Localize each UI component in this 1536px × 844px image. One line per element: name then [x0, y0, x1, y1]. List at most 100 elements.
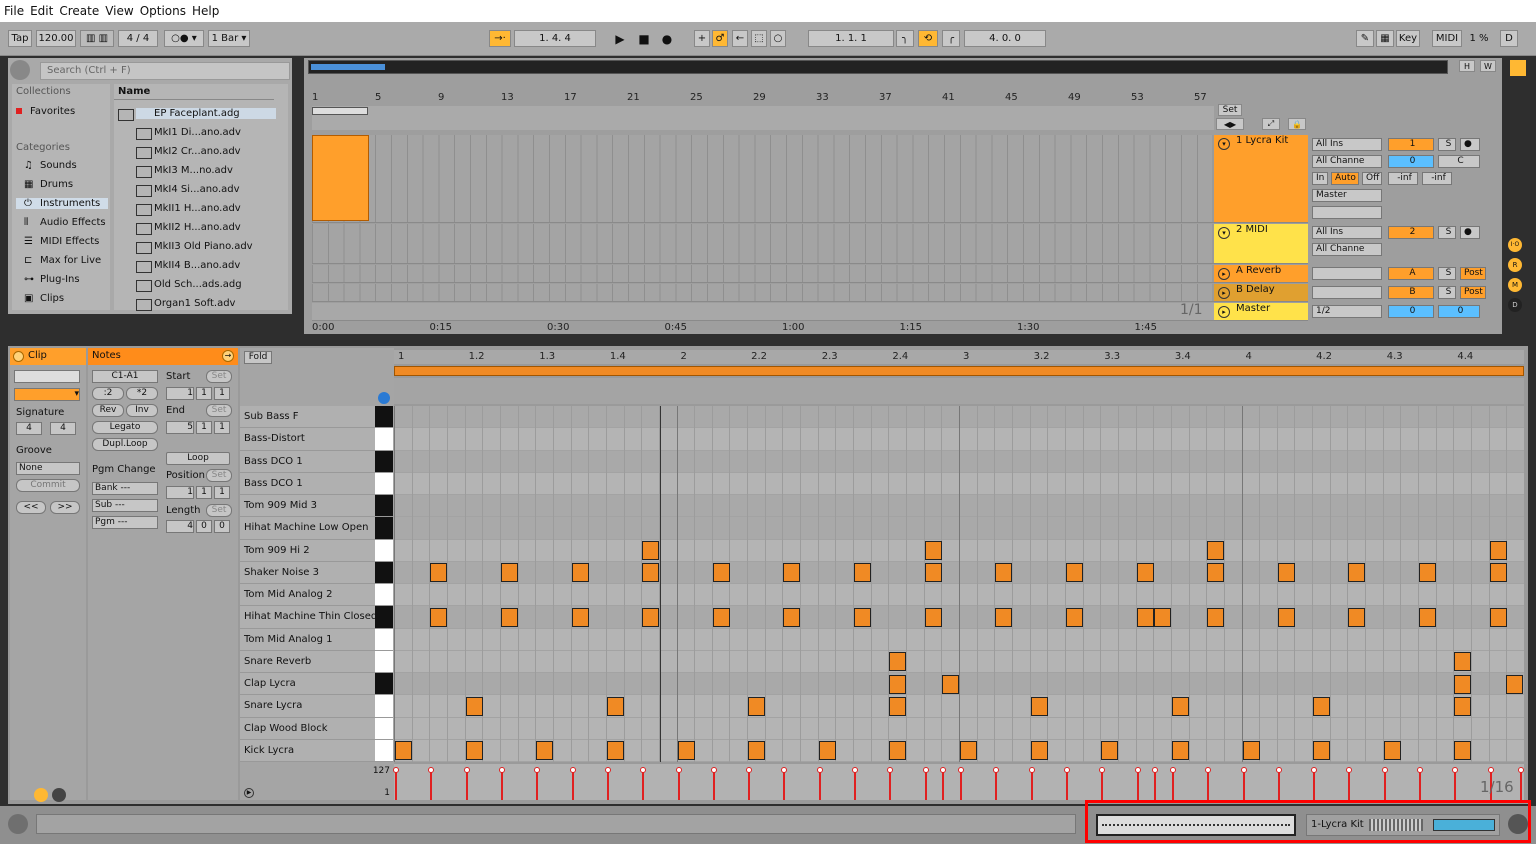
midi-note[interactable] — [1065, 607, 1083, 627]
velocity-handle[interactable] — [887, 767, 894, 773]
locator-nav-icon[interactable]: ◀▶ — [1216, 118, 1244, 130]
note-editor-grid[interactable] — [394, 406, 1524, 763]
post-button[interactable]: Post — [1460, 267, 1486, 280]
midi-note[interactable] — [1454, 741, 1472, 761]
piano-key[interactable] — [375, 695, 393, 718]
midi-note[interactable] — [1207, 607, 1225, 627]
velocity-stem[interactable] — [642, 770, 645, 800]
draw-mode-icon[interactable]: ✎ — [1356, 30, 1374, 47]
midi-note[interactable] — [1348, 563, 1366, 583]
mixer-toggle-icon[interactable]: M — [1508, 278, 1522, 292]
midi-note[interactable] — [1101, 741, 1119, 761]
velocity-handle[interactable] — [1099, 767, 1106, 773]
note-name-row[interactable]: Bass DCO 1 — [240, 450, 392, 473]
midi-note[interactable] — [1277, 607, 1295, 627]
midi-note[interactable] — [395, 741, 412, 761]
note-name-row[interactable]: Shaker Noise 3 — [240, 561, 392, 585]
piano-key[interactable] — [375, 650, 393, 674]
end-set-button[interactable]: Set — [206, 404, 232, 417]
velocity-stem[interactable] — [1207, 770, 1210, 800]
track-header-master[interactable]: ▸ Master — [1214, 303, 1308, 321]
track-header-midi[interactable]: ▾ 2 MIDI — [1214, 224, 1308, 264]
midi-note[interactable] — [995, 563, 1013, 583]
menu-options[interactable]: Options — [140, 4, 186, 18]
midi-note[interactable] — [1506, 674, 1523, 694]
menu-icon[interactable] — [1510, 60, 1526, 76]
position-beat[interactable]: 1 — [196, 486, 212, 499]
file-item[interactable]: Organ1 Soft.adv — [135, 298, 235, 311]
midi-note[interactable] — [924, 607, 942, 627]
midi-note[interactable] — [536, 741, 554, 761]
velocity-stem[interactable] — [1313, 770, 1316, 800]
output-select[interactable]: Master — [1312, 189, 1382, 202]
double-button[interactable]: *2 — [126, 387, 158, 400]
back-to-arrangement-icon[interactable]: ← — [732, 30, 748, 47]
arm-icon[interactable]: ● — [1460, 226, 1480, 239]
note-name-row[interactable]: Kick Lycra — [240, 739, 392, 763]
forward-icon[interactable]: → — [222, 350, 234, 362]
category-item[interactable]: ⏻ Instruments — [16, 198, 108, 209]
note-name-row[interactable]: Clap Wood Block — [240, 717, 392, 740]
record-icon[interactable]: ● — [657, 30, 677, 47]
note-name-row[interactable]: Snare Lycra — [240, 695, 392, 718]
menu-view[interactable]: View — [105, 4, 133, 18]
velocity-stem[interactable] — [1136, 770, 1139, 800]
start-sixteenth[interactable]: 1 — [214, 387, 230, 400]
delay-toggle-icon[interactable]: D — [1508, 298, 1522, 312]
category-item[interactable]: ⫴ Audio Effects — [20, 217, 106, 228]
velocity-toggle-icon[interactable]: ▶ — [244, 788, 254, 798]
note-name-row[interactable]: Tom 909 Hi 2 — [240, 539, 392, 562]
velocity-stem[interactable] — [677, 770, 680, 800]
velocity-handle[interactable] — [1311, 767, 1318, 773]
velocity-handle[interactable] — [1381, 767, 1388, 773]
file-item[interactable]: MkI3 M...no.adv — [136, 165, 233, 178]
velocity-handle[interactable] — [710, 767, 717, 773]
loop-button[interactable]: Loop — [166, 452, 230, 465]
velocity-stem[interactable] — [571, 770, 574, 800]
midi-note[interactable] — [642, 607, 660, 627]
category-item[interactable]: ⊶ Plug-Ins — [20, 274, 80, 285]
set-locator-button[interactable]: Set — [1218, 104, 1242, 116]
midi-note[interactable] — [818, 741, 836, 761]
midi-note[interactable] — [1313, 696, 1331, 716]
expand-icon[interactable]: ▸ — [1218, 268, 1230, 280]
note-name-row[interactable]: Hihat Machine Thin Closed — [240, 606, 392, 629]
legato-button[interactable]: Legato — [92, 421, 158, 434]
midi-note[interactable] — [748, 696, 766, 716]
duplicate-loop-button[interactable]: Dupl.Loop — [92, 438, 158, 451]
midi-note[interactable] — [571, 607, 589, 627]
solo-button[interactable]: S — [1438, 267, 1456, 280]
pan-field[interactable]: C — [1438, 155, 1480, 168]
velocity-handle[interactable] — [428, 767, 435, 773]
track-lane-reverb[interactable] — [312, 265, 1214, 283]
io-toggle-icon[interactable]: I·O — [1508, 238, 1522, 252]
note-name-row[interactable]: Tom Mid Analog 1 — [240, 628, 392, 651]
velocity-handle[interactable] — [852, 767, 859, 773]
velocity-stem[interactable] — [854, 770, 857, 800]
midi-note[interactable] — [1454, 652, 1472, 672]
key-map-button[interactable]: Key — [1396, 30, 1420, 47]
velocity-handle[interactable] — [1169, 767, 1176, 773]
velocity-stem[interactable] — [1348, 770, 1351, 800]
velocity-stem[interactable] — [995, 770, 998, 800]
velocity-stem[interactable] — [1277, 770, 1280, 800]
end-sixteenth[interactable]: 1 — [214, 421, 230, 434]
status-toggle-icon[interactable] — [8, 814, 28, 834]
clip-name-field[interactable] — [14, 370, 80, 383]
clip-sig-numerator[interactable]: 4 — [16, 422, 42, 435]
midi-note[interactable] — [1348, 607, 1366, 627]
end-bar[interactable]: 5 — [166, 421, 194, 434]
overview-strip[interactable] — [308, 60, 1448, 74]
velocity-lane[interactable] — [393, 764, 1524, 800]
note-range-field[interactable]: C1-A1 — [92, 370, 158, 383]
track-lane-lycra[interactable] — [312, 135, 1214, 223]
midi-note[interactable] — [1419, 607, 1437, 627]
piano-key[interactable] — [375, 584, 393, 607]
midi-note[interactable] — [1136, 607, 1154, 627]
velocity-handle[interactable] — [1518, 767, 1524, 773]
automation-arm-icon[interactable]: ♂ — [712, 30, 728, 47]
master-pan[interactable]: 0 — [1438, 305, 1480, 318]
midi-clip[interactable] — [312, 135, 369, 221]
volume-field[interactable]: 0 — [1388, 155, 1434, 168]
velocity-stem[interactable] — [1065, 770, 1068, 800]
